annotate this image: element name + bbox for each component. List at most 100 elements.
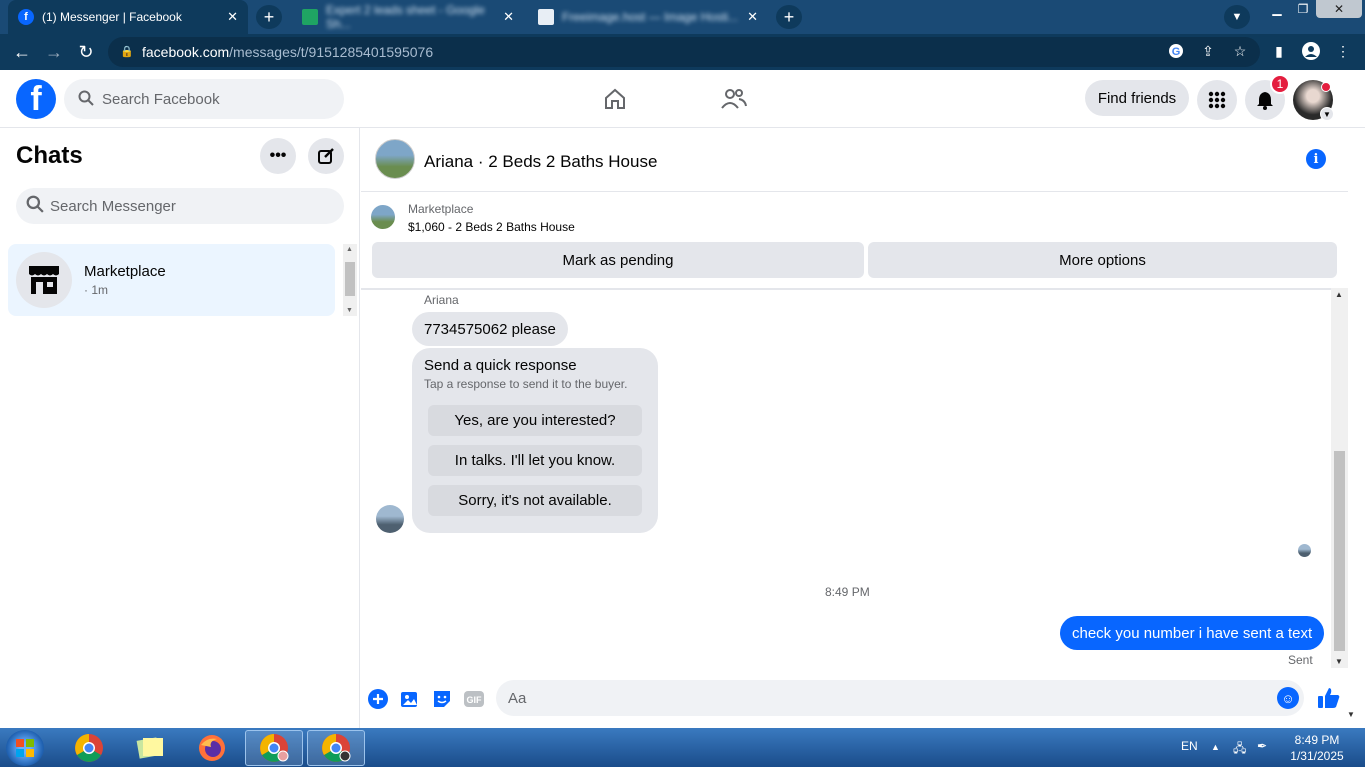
message-placeholder: Aa — [508, 689, 527, 707]
facebook-logo-icon[interactable]: f — [16, 79, 56, 119]
chat-name: Marketplace — [84, 263, 166, 280]
quick-response-title: Send a quick response — [424, 357, 577, 374]
search-placeholder: Search Facebook — [102, 90, 220, 108]
facebook-header: f Search Facebook Find friends 1 ▼ — [0, 70, 1365, 128]
tab-freeimage[interactable]: Freeimage.host — Image Hosti... ✕ — [528, 0, 768, 34]
chats-scrollbar[interactable]: ▲ ▼ — [343, 244, 357, 316]
message-input[interactable]: Aa — [496, 680, 1304, 716]
lock-icon: 🔒 — [120, 46, 134, 58]
clock-time: 8:49 PM — [1294, 733, 1340, 747]
url-host: facebook.com — [142, 44, 230, 60]
conversation-panel: Ariana · 2 Beds 2 Baths House i Marketpl… — [361, 128, 1365, 728]
firefox-taskbar-icon[interactable] — [183, 730, 241, 766]
more-options-button[interactable]: More options — [868, 242, 1337, 278]
search-placeholder: Search Messenger — [50, 197, 176, 215]
pen-icon[interactable]: ✒ — [1257, 739, 1267, 753]
close-tab-icon[interactable]: ✕ — [747, 9, 758, 25]
mark-as-pending-button[interactable]: Mark as pending — [372, 242, 864, 278]
maximize-icon[interactable]: ❐ — [1288, 0, 1318, 18]
address-bar[interactable]: 🔒 facebook.com/messages/t/91512854015950… — [108, 37, 1260, 67]
new-message-icon[interactable] — [308, 138, 344, 174]
back-arrow-icon[interactable]: ← — [10, 40, 34, 64]
page-scroll-down-icon[interactable]: ▼ — [1347, 710, 1355, 719]
photo-icon[interactable] — [399, 688, 421, 710]
divider — [361, 288, 1348, 290]
scroll-up-icon[interactable]: ▲ — [346, 246, 353, 253]
close-tab-icon[interactable]: ✕ — [227, 9, 238, 25]
chrome-profile-taskbar-icon[interactable] — [245, 730, 303, 766]
thumbs-up-icon[interactable] — [1316, 685, 1342, 711]
tray-expand-icon[interactable]: ▲ — [1211, 742, 1220, 752]
close-tab-icon[interactable]: ✕ — [503, 9, 514, 25]
scroll-thumb[interactable] — [1334, 451, 1345, 651]
clock-date: 1/31/2025 — [1290, 749, 1344, 763]
account-status-dot — [1321, 82, 1331, 92]
search-icon — [26, 195, 44, 217]
conversation-title[interactable]: Ariana · 2 Beds 2 Baths House — [424, 152, 657, 172]
scroll-down-icon[interactable]: ▼ — [346, 307, 353, 314]
chrome-profile2-taskbar-icon[interactable] — [307, 730, 365, 766]
quick-response-button[interactable]: In talks. I'll let you know. — [428, 445, 642, 476]
plus-circle-icon[interactable] — [367, 688, 389, 710]
info-icon[interactable]: i — [1306, 149, 1326, 169]
windows-start-icon[interactable] — [6, 730, 44, 766]
quick-response-card: Send a quick response Tap a response to … — [412, 348, 658, 533]
facebook-search-input[interactable]: Search Facebook — [64, 79, 344, 119]
find-friends-button[interactable]: Find friends — [1085, 80, 1189, 116]
tab-sheets[interactable]: Expert 2 leads sheet - Google Sh... ✕ — [292, 0, 524, 34]
forward-arrow-icon[interactable]: → — [42, 40, 66, 64]
window-close-icon[interactable]: ✕ — [1316, 0, 1362, 18]
network-icon[interactable]: 🖧 — [1233, 739, 1246, 760]
reload-icon[interactable]: ↻ — [74, 40, 98, 64]
listing-description[interactable]: $1,060 - 2 Beds 2 Baths House — [408, 220, 575, 234]
friends-icon[interactable] — [719, 84, 749, 114]
profile-icon[interactable] — [1300, 40, 1322, 62]
kebab-menu-icon[interactable]: ⋮ — [1332, 40, 1354, 62]
quick-response-button[interactable]: Yes, are you interested? — [428, 405, 642, 436]
tab-search-icon[interactable]: ▼ — [1224, 5, 1250, 29]
chrome-taskbar-icon[interactable] — [60, 730, 118, 766]
sticky-notes-taskbar-icon[interactable] — [121, 730, 179, 766]
chats-title: Chats — [16, 142, 83, 169]
tab-messenger[interactable]: f (1) Messenger | Facebook ✕ — [8, 0, 248, 34]
messenger-search-input[interactable]: Search Messenger — [16, 188, 344, 224]
seen-indicator-avatar — [1298, 544, 1311, 557]
conversation-scrollbar[interactable]: ▲ ▼ — [1331, 288, 1348, 668]
new-tab-button[interactable]: + — [256, 5, 282, 29]
incoming-message[interactable]: 7734575062 please — [412, 312, 568, 346]
browser-tab-strip: f (1) Messenger | Facebook ✕ + Expert 2 … — [0, 0, 1365, 34]
scroll-thumb[interactable] — [345, 262, 355, 296]
sticker-icon[interactable] — [431, 688, 453, 710]
bookmark-star-icon[interactable]: ☆ — [1229, 40, 1251, 62]
menu-grid-icon[interactable] — [1197, 80, 1237, 120]
new-tab-button-2[interactable]: + — [776, 5, 802, 29]
browser-toolbar: ← → ↻ 🔒 facebook.com/messages/t/91512854… — [0, 34, 1365, 70]
sent-status: Sent — [1288, 653, 1313, 667]
side-panel-icon[interactable]: ▮ — [1268, 40, 1290, 62]
chat-list-item[interactable]: Marketplace · 1m — [8, 244, 335, 316]
system-clock[interactable]: 8:49 PM 1/31/2025 — [1287, 732, 1347, 764]
marketplace-label: Marketplace — [408, 202, 474, 216]
outgoing-message[interactable]: check you number i have sent a text — [1060, 616, 1325, 650]
chevron-down-icon[interactable]: ▼ — [1320, 107, 1334, 121]
emoji-icon[interactable]: ☺ — [1277, 687, 1299, 709]
freeimage-favicon-icon — [538, 9, 554, 25]
tab-title: Expert 2 leads sheet - Google Sh... — [326, 3, 485, 31]
chats-sidebar: Chats ••• Search Messenger Marketplace ·… — [0, 128, 360, 728]
svg-text:GIF: GIF — [467, 695, 483, 705]
facebook-favicon-icon: f — [18, 9, 34, 25]
listing-thumbnail[interactable] — [371, 205, 395, 229]
scroll-down-icon[interactable]: ▼ — [1335, 657, 1343, 666]
google-icon[interactable]: G — [1165, 40, 1187, 62]
share-icon[interactable]: ⇪ — [1197, 40, 1219, 62]
language-indicator[interactable]: EN — [1181, 739, 1198, 753]
svg-text:G: G — [1172, 46, 1181, 58]
home-icon[interactable] — [600, 84, 630, 114]
quick-response-button[interactable]: Sorry, it's not available. — [428, 485, 642, 516]
chats-options-icon[interactable]: ••• — [260, 138, 296, 174]
scroll-up-icon[interactable]: ▲ — [1335, 290, 1343, 299]
gif-icon[interactable]: GIF — [463, 688, 485, 710]
sheets-favicon-icon — [302, 9, 318, 25]
marketplace-store-icon — [16, 252, 72, 308]
conversation-avatar[interactable] — [375, 139, 415, 179]
